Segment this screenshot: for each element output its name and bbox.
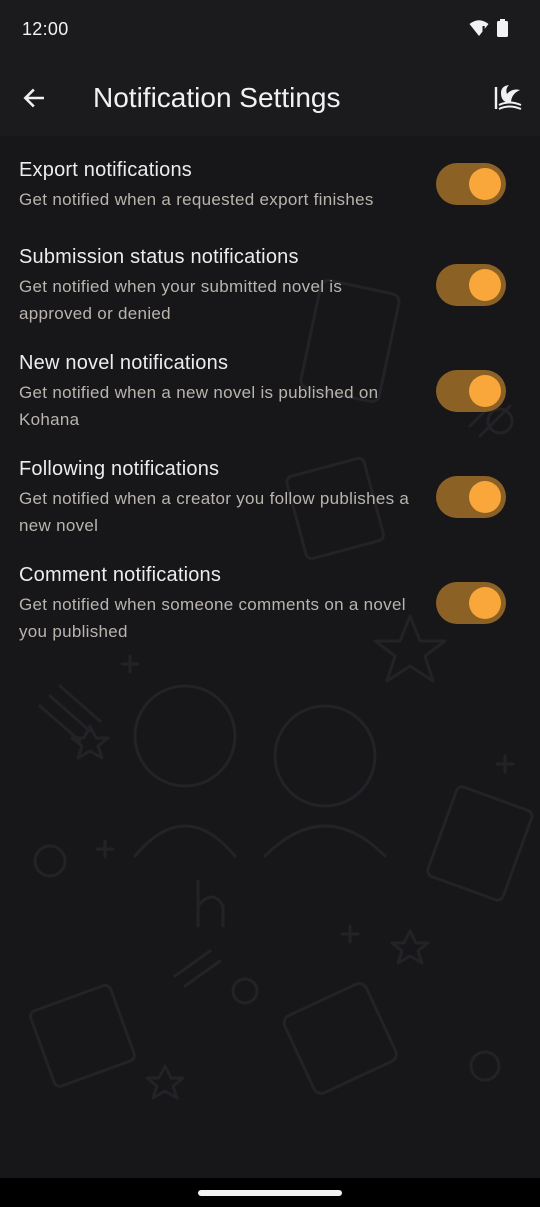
toggle-knob [469, 587, 501, 619]
setting-title: Export notifications [19, 159, 192, 181]
arrow-left-icon [23, 88, 44, 108]
status-time: 12:00 [22, 19, 69, 39]
status-bar: 12:00 [0, 0, 540, 60]
toggle-knob [469, 269, 501, 301]
page-title: Notification Settings [93, 82, 341, 113]
setting-text: New novel notifications Get notified whe… [19, 350, 419, 433]
setting-description: Get notified when a creator you follow p… [19, 489, 410, 535]
setting-text: Export notifications Get notified when a… [19, 157, 419, 213]
kohana-logo [488, 78, 528, 118]
battery-icon [497, 19, 508, 37]
setting-comment-notifications[interactable]: Comment notifications Get notified when … [0, 562, 540, 652]
back-button[interactable] [14, 78, 54, 118]
setting-title: New novel notifications [19, 352, 229, 374]
setting-description: Get notified when someone comments on a … [19, 595, 406, 641]
system-navigation-bar [0, 1178, 540, 1207]
setting-following-notifications[interactable]: Following notifications Get notified whe… [0, 456, 540, 546]
setting-text: Submission status notifications Get noti… [19, 244, 419, 327]
notification-settings-screen: 12:00 Notification Settings Export notif… [0, 0, 540, 1207]
setting-description: Get notified when your submitted novel i… [19, 277, 343, 323]
kohana-logo-icon [494, 85, 522, 110]
comment-notifications-toggle[interactable] [436, 582, 506, 624]
setting-description: Get notified when a requested export fin… [19, 190, 374, 209]
following-notifications-toggle[interactable] [436, 476, 506, 518]
toggle-knob [469, 375, 501, 407]
new-novel-notifications-toggle[interactable] [436, 370, 506, 412]
setting-title: Submission status notifications [19, 246, 299, 268]
app-bar: Notification Settings [0, 60, 540, 136]
status-icons [469, 19, 508, 37]
setting-submission-status-notifications[interactable]: Submission status notifications Get noti… [0, 244, 540, 334]
setting-description: Get notified when a new novel is publish… [19, 383, 379, 429]
setting-text: Comment notifications Get notified when … [19, 562, 419, 645]
home-indicator[interactable] [198, 1190, 342, 1196]
setting-export-notifications[interactable]: Export notifications Get notified when a… [0, 156, 540, 226]
toggle-knob [469, 168, 501, 200]
setting-title: Comment notifications [19, 564, 222, 586]
setting-new-novel-notifications[interactable]: New novel notifications Get notified whe… [0, 350, 540, 440]
setting-title: Following notifications [19, 458, 220, 480]
toggle-knob [469, 481, 501, 513]
export-notifications-toggle[interactable] [436, 163, 506, 205]
submission-status-notifications-toggle[interactable] [436, 264, 506, 306]
setting-text: Following notifications Get notified whe… [19, 456, 419, 539]
wifi-icon [469, 20, 489, 36]
